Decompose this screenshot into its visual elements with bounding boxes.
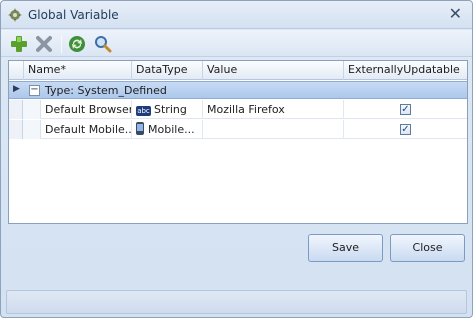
current-row-indicator: ▶ <box>13 84 20 94</box>
toolbar <box>1 30 472 57</box>
name-cell[interactable]: Default Mobile... <box>41 120 131 139</box>
table-row[interactable]: Default Mobile... Mobile... ✓ <box>9 120 467 139</box>
search-icon[interactable] <box>93 34 113 54</box>
datatype-cell[interactable]: Mobile... <box>131 120 202 139</box>
variables-grid: Name* DataType Value ExternallyUpdatable… <box>8 60 468 224</box>
group-label: Type: System_Defined <box>45 84 167 97</box>
datatype-label: String <box>154 103 187 116</box>
add-icon[interactable] <box>9 34 29 54</box>
save-button[interactable]: Save <box>308 234 383 262</box>
row-indent <box>23 100 41 119</box>
window-title: Global Variable <box>28 8 119 22</box>
title-bar[interactable]: Global Variable ✕ <box>1 1 472 29</box>
refresh-icon[interactable] <box>67 34 87 54</box>
externally-updatable-cell[interactable]: ✓ <box>343 100 467 119</box>
toolbar-separator <box>61 35 62 53</box>
grid-header: Name* DataType Value ExternallyUpdatable <box>9 61 467 80</box>
externally-updatable-checkbox[interactable]: ✓ <box>400 104 411 115</box>
close-window-button[interactable]: ✕ <box>449 5 462 23</box>
close-button[interactable]: Close <box>390 234 465 262</box>
datatype-label: Mobile... <box>148 123 195 136</box>
gear-icon <box>8 8 22 22</box>
delete-icon[interactable] <box>34 34 54 54</box>
group-row-system-defined[interactable]: ▶ − Type: System_Defined <box>9 81 467 99</box>
mobile-type-icon <box>136 122 144 135</box>
string-type-icon: abc <box>136 106 151 116</box>
row-indent <box>23 120 41 139</box>
externally-updatable-cell[interactable]: ✓ <box>343 120 467 139</box>
row-header[interactable] <box>9 120 23 139</box>
table-row[interactable]: Default Browser abc String Mozilla Firefo… <box>9 100 467 119</box>
global-variable-window: Global Variable ✕ Name* DataType Value E… <box>0 0 473 318</box>
row-header[interactable] <box>9 100 23 119</box>
datatype-cell[interactable]: abc String <box>131 100 202 119</box>
externally-updatable-checkbox[interactable]: ✓ <box>400 124 411 135</box>
column-header-name[interactable]: Name* <box>23 61 131 80</box>
column-header-datatype[interactable]: DataType <box>131 61 202 80</box>
value-cell[interactable] <box>202 120 343 139</box>
column-header-value[interactable]: Value <box>202 61 343 80</box>
collapse-group-toggle[interactable]: − <box>29 85 40 96</box>
value-cell[interactable]: Mozilla Firefox <box>202 100 343 119</box>
name-cell[interactable]: Default Browser <box>41 100 131 119</box>
column-header-externally-updatable[interactable]: ExternallyUpdatable <box>343 61 467 80</box>
status-bar <box>6 290 467 314</box>
